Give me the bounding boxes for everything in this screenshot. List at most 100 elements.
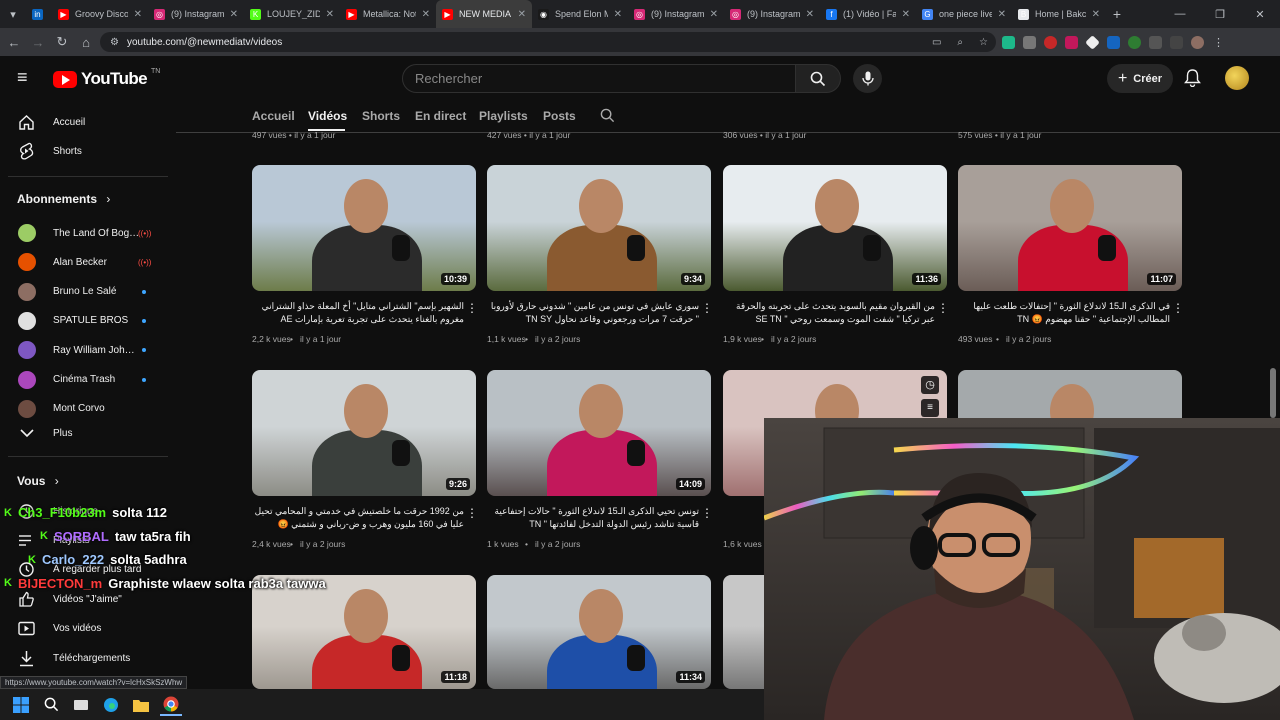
extension-icon[interactable]	[1023, 35, 1036, 49]
cast-icon[interactable]: ▭	[932, 37, 941, 48]
sidebar-item-your-videos[interactable]: Vos vidéos	[0, 614, 170, 644]
home-browser-icon[interactable]: ⌂	[74, 28, 98, 56]
page-scrollbar[interactable]	[1270, 368, 1276, 418]
subscription-item[interactable]: SPATULE BROS	[0, 306, 170, 336]
close-tab-icon[interactable]: ✕	[230, 9, 238, 20]
close-tab-icon[interactable]: ✕	[998, 9, 1006, 20]
extension-icon[interactable]	[1065, 35, 1078, 49]
browser-tab[interactable]: in	[26, 0, 52, 28]
video-title[interactable]: سوري عايش في تونس من عامين " شدوني حارق …	[487, 300, 699, 326]
close-tab-icon[interactable]: ✕	[902, 9, 910, 20]
tab-posts[interactable]: Posts	[543, 109, 576, 123]
close-tab-icon[interactable]: ✕	[806, 9, 814, 20]
task-view-icon[interactable]	[70, 694, 92, 716]
sidebar-item-downloads[interactable]: Téléchargements	[0, 643, 170, 673]
voice-search-button[interactable]	[853, 64, 882, 93]
tab-playlists[interactable]: Playlists	[479, 109, 528, 123]
close-tab-icon[interactable]: ✕	[1092, 9, 1100, 20]
subscription-item[interactable]: Bruno Le Salé	[0, 277, 170, 307]
browser-tab[interactable]: B Home | Bakch ✕	[1012, 0, 1106, 28]
close-tab-icon[interactable]: ✕	[518, 9, 526, 20]
taskbar-search-icon[interactable]	[40, 694, 62, 716]
subscription-item[interactable]: Ray William Joh…	[0, 335, 170, 365]
close-tab-icon[interactable]: ✕	[422, 9, 430, 20]
url-text[interactable]: youtube.com/@newmediatv/videos	[127, 37, 924, 48]
windows-start-icon[interactable]	[10, 694, 32, 716]
video-thumbnail[interactable]: 10:39	[252, 165, 476, 291]
forward-icon[interactable]: →	[26, 28, 50, 56]
extension-icon[interactable]	[1002, 35, 1015, 49]
back-icon[interactable]: ←	[2, 28, 26, 56]
profile-avatar[interactable]	[1191, 35, 1204, 49]
browser-tab[interactable]: ▶ NEW MEDIA ✕	[436, 0, 532, 28]
video-title[interactable]: تونس تحيي الذكرى الـ15 لاندلاع الثورة " …	[487, 505, 699, 531]
bookmark-star-icon[interactable]: ☆	[979, 37, 988, 48]
subscription-item[interactable]: Cinéma Trash	[0, 365, 170, 395]
tab-shorts[interactable]: Shorts	[362, 109, 400, 123]
video-thumbnail[interactable]: 14:09	[487, 370, 711, 496]
video-title[interactable]: الشهير بإسم" الشتراني متايل" أخ المعلة ح…	[252, 300, 464, 326]
close-tab-icon[interactable]: ✕	[326, 9, 334, 20]
sidebar-item-shorts[interactable]: Shorts	[0, 136, 170, 166]
tab-live[interactable]: En direct	[415, 109, 466, 123]
tab-videos[interactable]: Vidéos	[308, 109, 347, 123]
browser-tab[interactable]: ▶ Groovy Disco ✕	[52, 0, 148, 28]
extensions-puzzle-icon[interactable]	[1149, 35, 1162, 49]
video-menu-icon[interactable]: ⋮	[701, 507, 713, 519]
close-tab-icon[interactable]: ✕	[710, 9, 718, 20]
video-thumbnail[interactable]: 11:07	[958, 165, 1182, 291]
sidebar-item-home[interactable]: Accueil	[0, 107, 170, 137]
tab-home[interactable]: Accueil	[252, 109, 295, 123]
video-menu-icon[interactable]: ⋮	[937, 302, 949, 314]
video-menu-icon[interactable]: ⋮	[1172, 302, 1184, 314]
extension-icon[interactable]	[1085, 34, 1100, 50]
add-to-queue-icon[interactable]: ≡	[921, 399, 939, 417]
address-bar[interactable]: ⚙ youtube.com/@newmediatv/videos ▭ ⌕ ☆	[100, 32, 996, 52]
watch-later-icon[interactable]: ◷	[921, 376, 939, 394]
file-explorer-icon[interactable]	[130, 694, 152, 716]
browser-tab[interactable]: ▶ Metallica: Not ✕	[340, 0, 436, 28]
extension-icon[interactable]	[1128, 35, 1141, 49]
browser-tab[interactable]: ◎ (9) Instagram ✕	[724, 0, 820, 28]
create-button[interactable]: + Créer	[1107, 64, 1173, 93]
site-info-icon[interactable]: ⚙	[110, 37, 119, 48]
subscription-item[interactable]: The Land Of Bog… ((•))	[0, 218, 170, 248]
you-heading[interactable]: Vous ›	[17, 474, 59, 488]
video-menu-icon[interactable]: ⋮	[466, 302, 478, 314]
minimize-icon[interactable]: —	[1160, 0, 1200, 28]
browser-tab[interactable]: Gone piece live ✕	[916, 0, 1012, 28]
video-thumbnail[interactable]: 11:36	[723, 165, 947, 291]
video-thumbnail[interactable]: 9:26	[252, 370, 476, 496]
extension-icon[interactable]	[1044, 35, 1057, 49]
close-tab-icon[interactable]: ✕	[614, 9, 622, 20]
sidebar-item-more[interactable]: Plus	[0, 418, 170, 448]
new-tab-button[interactable]: +	[1106, 6, 1128, 22]
search-input[interactable]: Rechercher	[402, 64, 796, 93]
subscriptions-heading[interactable]: Abonnements ›	[17, 192, 110, 206]
video-title[interactable]: من القيروان مقيم بالسويد يتحدث على تجربت…	[723, 300, 935, 326]
reading-list-icon[interactable]	[1170, 35, 1183, 49]
browser-tab[interactable]: ◎ (9) Instagram ✕	[628, 0, 724, 28]
video-thumbnail[interactable]: 9:34	[487, 165, 711, 291]
search-button[interactable]	[795, 64, 841, 93]
browser-tab[interactable]: ◉ Spend Elon M ✕	[532, 0, 628, 28]
browser-menu-icon[interactable]: ⋮	[1212, 36, 1225, 49]
browser-tab[interactable]: ◎ (9) Instagram ✕	[148, 0, 244, 28]
tab-search-dropdown-icon[interactable]: ▾	[0, 0, 26, 28]
youtube-logo[interactable]: YouTube TN	[53, 68, 160, 89]
subscription-item[interactable]: Alan Becker ((•))	[0, 247, 170, 277]
video-thumbnail[interactable]: 11:34	[487, 575, 711, 689]
close-tab-icon[interactable]: ✕	[134, 9, 142, 20]
video-menu-icon[interactable]: ⋮	[466, 507, 478, 519]
channel-search-button[interactable]	[600, 108, 615, 128]
browser-tab[interactable]: f (1) Vidéo | Fac ✕	[820, 0, 916, 28]
extension-icon[interactable]	[1107, 35, 1120, 49]
video-title[interactable]: في الذكرى الـ15 لاندلاع الثورة " إحتفالا…	[958, 300, 1170, 326]
guide-menu-icon[interactable]: ≡	[17, 68, 35, 86]
browser-tab[interactable]: K LOUJEY_ZIDI ✕	[244, 0, 340, 28]
edge-browser-icon[interactable]	[100, 694, 122, 716]
account-avatar[interactable]	[1225, 66, 1249, 90]
close-window-icon[interactable]: ✕	[1240, 0, 1280, 28]
chrome-icon[interactable]	[160, 694, 182, 716]
zoom-icon[interactable]: ⌕	[957, 37, 963, 48]
